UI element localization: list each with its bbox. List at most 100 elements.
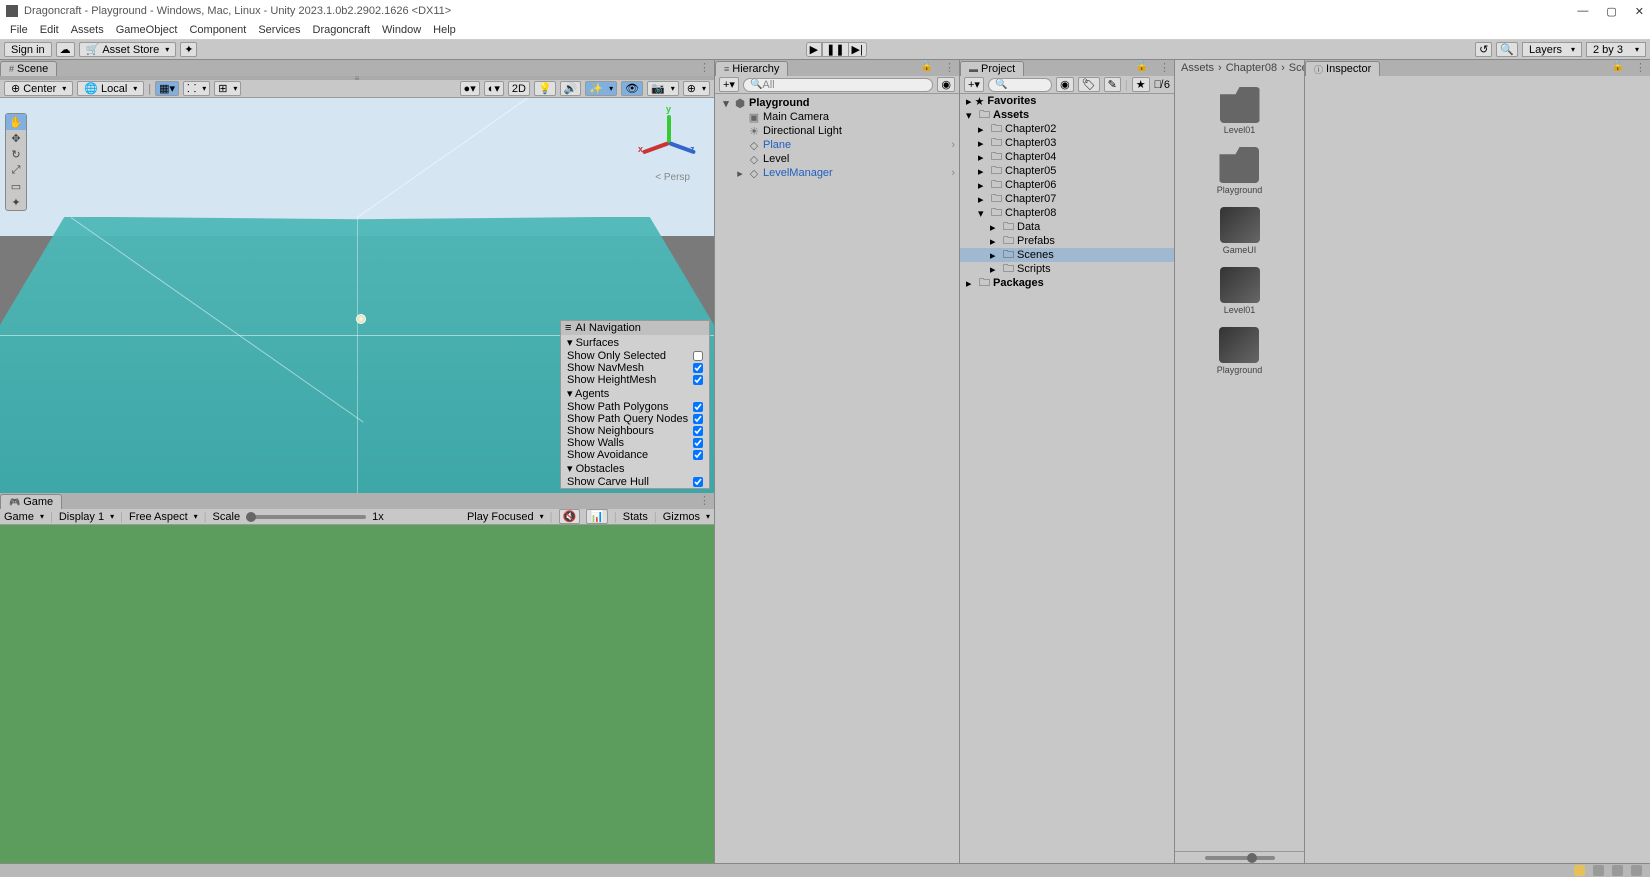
scene-viewport[interactable]: ✋ ✥ ↻ ⤢ ▭ ✦ x y z < Persp ≡ AI Navigatio… bbox=[0, 98, 714, 493]
minimize-button[interactable]: — bbox=[1577, 5, 1588, 18]
breadcrumb[interactable]: Assets› Chapter08› Scen bbox=[1175, 60, 1304, 75]
menu-services[interactable]: Services bbox=[258, 24, 300, 36]
breadcrumb-item[interactable]: Chapter08 bbox=[1226, 62, 1277, 74]
nav-obstacle-row[interactable]: Show Carve Hull bbox=[561, 476, 709, 488]
scene-increment-button[interactable]: ⊞ bbox=[214, 81, 241, 96]
menu-assets[interactable]: Assets bbox=[71, 24, 104, 36]
project-tree-item[interactable]: ▸🗀Prefabs bbox=[960, 234, 1174, 248]
scene-pivot-dropdown[interactable]: ⊕Center bbox=[4, 81, 73, 96]
nav-surface-row[interactable]: Show NavMesh bbox=[561, 362, 709, 374]
nav-checkbox[interactable] bbox=[693, 477, 703, 487]
status-icon[interactable] bbox=[1631, 865, 1642, 876]
tab-inspector[interactable]: ⓘInspector bbox=[1305, 61, 1380, 76]
project-tree-item[interactable]: ▾🗀Chapter08 bbox=[960, 206, 1174, 220]
breadcrumb-item[interactable]: Scen bbox=[1289, 62, 1304, 74]
scene-shading-button[interactable]: ◐▾ bbox=[484, 81, 504, 96]
layers-dropdown[interactable]: Layers bbox=[1522, 42, 1582, 57]
nav-surface-row[interactable]: Show HeightMesh bbox=[561, 374, 709, 386]
status-icon[interactable] bbox=[1612, 865, 1623, 876]
nav-checkbox[interactable] bbox=[693, 438, 703, 448]
scene-drawmode-button[interactable]: ●▾ bbox=[460, 81, 480, 96]
hierarchy-item[interactable]: ☀Directional Light bbox=[715, 124, 959, 138]
scale-tool-button[interactable]: ⤢ bbox=[6, 162, 26, 178]
favorites-item[interactable]: ▸ ★ Favorites bbox=[960, 94, 1174, 108]
menu-help[interactable]: Help bbox=[433, 24, 456, 36]
project-tree[interactable]: ▸ ★ Favorites ▾🗀Assets▸🗀Chapter02▸🗀Chapt… bbox=[960, 94, 1174, 863]
nav-agent-row[interactable]: Show Path Polygons bbox=[561, 401, 709, 413]
game-pane-menu-icon[interactable]: ⋮ bbox=[699, 494, 710, 507]
status-icon[interactable] bbox=[1593, 865, 1604, 876]
tab-hierarchy[interactable]: ≡Hierarchy bbox=[715, 61, 788, 76]
project-pane-menu-icon[interactable]: ⋮ bbox=[1159, 61, 1170, 74]
inspector-lock-icon[interactable]: 🔒 bbox=[1612, 61, 1624, 72]
scene-fx-button[interactable]: ✨ bbox=[585, 81, 617, 96]
cloud-button[interactable]: ☁ bbox=[56, 42, 75, 57]
menu-component[interactable]: Component bbox=[189, 24, 246, 36]
scale-slider[interactable] bbox=[246, 515, 366, 519]
directional-light-gizmo-icon[interactable] bbox=[356, 314, 366, 324]
nav-agent-row[interactable]: Show Neighbours bbox=[561, 425, 709, 437]
project-search-input[interactable]: 🔍 bbox=[988, 78, 1052, 92]
tab-project[interactable]: ▬Project bbox=[960, 61, 1024, 76]
menu-gameobject[interactable]: GameObject bbox=[116, 24, 178, 36]
status-icon[interactable] bbox=[1574, 865, 1585, 876]
close-button[interactable]: ✕ bbox=[1635, 5, 1644, 18]
move-tool-button[interactable]: ✥ bbox=[6, 130, 26, 146]
hand-tool-button[interactable]: ✋ bbox=[6, 114, 26, 130]
scene-snap-button[interactable]: ⸬ bbox=[183, 81, 210, 96]
hierarchy-item[interactable]: ◇Plane› bbox=[715, 138, 959, 152]
preview-packages-button[interactable]: ✦ bbox=[180, 42, 197, 57]
nav-checkbox[interactable] bbox=[693, 414, 703, 424]
orientation-gizmo[interactable]: x y z bbox=[642, 114, 696, 168]
hierarchy-searchmode-button[interactable]: ◉ bbox=[937, 77, 955, 92]
display-dropdown[interactable]: Display 1 bbox=[59, 511, 114, 523]
scene-camera-button[interactable]: 📷 bbox=[647, 81, 679, 96]
projection-label[interactable]: < Persp bbox=[655, 172, 690, 183]
project-lock-icon[interactable]: 🔒 bbox=[1136, 61, 1148, 72]
nav-agent-row[interactable]: Show Walls bbox=[561, 437, 709, 449]
project-tree-item[interactable]: ▸🗀Scripts bbox=[960, 262, 1174, 276]
asset-item[interactable]: Level01 bbox=[1220, 87, 1260, 135]
menu-file[interactable]: File bbox=[10, 24, 28, 36]
game-gizmos-dropdown[interactable]: Gizmos bbox=[663, 511, 710, 523]
menu-window[interactable]: Window bbox=[382, 24, 421, 36]
step-button[interactable]: ▶| bbox=[849, 42, 867, 57]
signin-button[interactable]: Sign in bbox=[4, 42, 52, 57]
hierarchy-item[interactable]: ◇Level bbox=[715, 152, 959, 166]
vsync-button[interactable]: 📊 bbox=[586, 509, 608, 524]
asset-item[interactable]: Level01 bbox=[1220, 267, 1260, 315]
hierarchy-list[interactable]: ▾⬢Playground▣Main Camera☀Directional Lig… bbox=[715, 94, 959, 863]
tab-game[interactable]: 🎮Game bbox=[0, 494, 62, 509]
play-focused-dropdown[interactable]: Play Focused bbox=[467, 511, 544, 523]
scene-lighting-button[interactable]: 💡 bbox=[534, 81, 556, 96]
project-favorite-button[interactable]: ★ bbox=[1132, 77, 1150, 92]
nav-agents-section[interactable]: ▾ Agents bbox=[561, 386, 709, 401]
nav-checkbox[interactable] bbox=[693, 351, 703, 361]
nav-overlay-header[interactable]: ≡ AI Navigation bbox=[561, 321, 709, 335]
scene-audio-button[interactable]: 🔊 bbox=[560, 81, 582, 96]
nav-surface-row[interactable]: Show Only Selected bbox=[561, 350, 709, 362]
project-filter-type-button[interactable]: ◉ bbox=[1056, 77, 1074, 92]
asset-item[interactable]: GameUI bbox=[1220, 207, 1260, 255]
nav-checkbox[interactable] bbox=[693, 402, 703, 412]
scene-pane-menu-icon[interactable]: ⋮ bbox=[699, 61, 710, 74]
inspector-pane-menu-icon[interactable]: ⋮ bbox=[1635, 61, 1646, 74]
nav-obstacles-section[interactable]: ▾ Obstacles bbox=[561, 461, 709, 476]
project-tree-item[interactable]: ▸🗀Data bbox=[960, 220, 1174, 234]
nav-checkbox[interactable] bbox=[693, 375, 703, 385]
menu-edit[interactable]: Edit bbox=[40, 24, 59, 36]
hierarchy-search-input[interactable]: 🔍 All bbox=[743, 78, 933, 92]
ai-navigation-overlay[interactable]: ≡ AI Navigation ▾ Surfaces Show Only Sel… bbox=[560, 320, 710, 489]
rotate-tool-button[interactable]: ↻ bbox=[6, 146, 26, 162]
maximize-button[interactable]: ▢ bbox=[1606, 5, 1616, 18]
project-tree-item[interactable]: ▸🗀Packages bbox=[960, 276, 1174, 290]
asset-store-dropdown[interactable]: 🛒 Asset Store bbox=[79, 42, 177, 57]
scene-space-dropdown[interactable]: 🌐Local bbox=[77, 81, 144, 96]
transform-tool-button[interactable]: ✦ bbox=[6, 194, 26, 210]
menu-dragoncraft[interactable]: Dragoncraft bbox=[313, 24, 370, 36]
scene-gizmos-button[interactable]: ⊕ bbox=[683, 81, 710, 96]
project-tree-item[interactable]: ▸🗀Scenes bbox=[960, 248, 1174, 262]
asset-item[interactable]: Playground bbox=[1217, 147, 1263, 195]
hierarchy-add-button[interactable]: +▾ bbox=[719, 77, 739, 92]
nav-checkbox[interactable] bbox=[693, 450, 703, 460]
